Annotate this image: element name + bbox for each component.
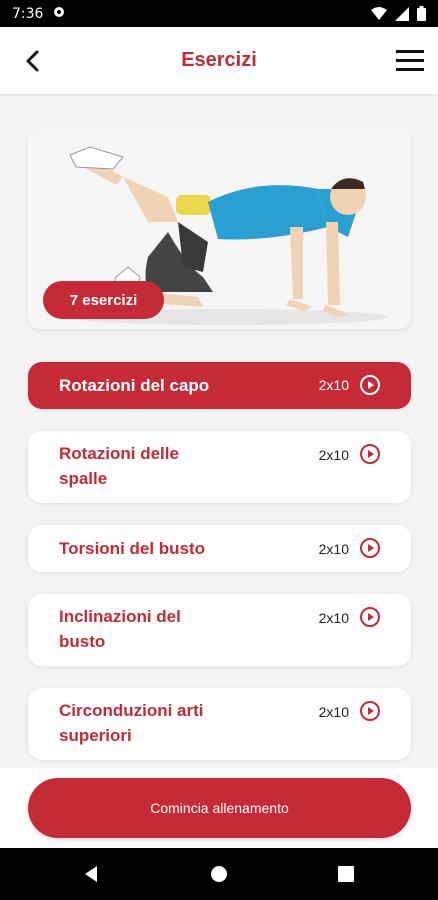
exercise-name: Rotazioni del capo xyxy=(59,373,319,398)
bottom-action-panel: Comincia allenamento xyxy=(0,768,438,848)
wifi-icon xyxy=(371,6,387,20)
exercise-item-rotazioni-spalle[interactable]: Rotazioni delle spalle 2x10 xyxy=(28,431,411,503)
page-title: Esercizi xyxy=(181,49,257,71)
exercise-name-line: busto xyxy=(59,632,106,651)
start-workout-button[interactable]: Comincia allenamento xyxy=(28,778,411,838)
nav-home-icon[interactable] xyxy=(209,864,229,884)
exercise-name-line: Torsioni del busto xyxy=(59,539,206,558)
exercise-name: Torsioni del busto xyxy=(59,536,319,561)
exercise-name-line: superiori xyxy=(59,726,132,745)
exercise-reps: 2x10 xyxy=(318,447,349,463)
exercise-name-line: Circonduzioni arti xyxy=(59,701,204,720)
play-circle-icon[interactable] xyxy=(359,537,381,559)
hamburger-menu-icon xyxy=(396,50,424,71)
menu-button[interactable] xyxy=(394,45,426,77)
play-circle-icon[interactable] xyxy=(359,443,381,465)
status-time: 7:36 xyxy=(12,5,44,22)
exercise-name: Inclinazioni del busto xyxy=(59,604,239,654)
exercise-reps: 2x10 xyxy=(318,541,349,557)
play-circle-icon[interactable] xyxy=(359,374,381,396)
app-bar: Esercizi xyxy=(0,27,438,94)
exercise-item-rotazioni-capo[interactable]: Rotazioni del capo 2x10 xyxy=(28,362,411,409)
nav-recents-icon[interactable] xyxy=(336,864,356,884)
exercise-list: Rotazioni del capo 2x10 Rotazioni delle … xyxy=(28,362,411,782)
exercise-hero-image: 7 esercizi xyxy=(28,127,411,329)
back-button[interactable] xyxy=(20,47,48,75)
exercise-count-badge: 7 esercizi xyxy=(43,281,164,319)
arrow-left-icon xyxy=(26,50,39,72)
exercise-item-circonduzioni-arti[interactable]: Circonduzioni arti superiori 2x10 xyxy=(28,688,411,760)
battery-icon xyxy=(417,6,426,21)
exercise-reps: 2x10 xyxy=(318,377,349,393)
play-circle-icon[interactable] xyxy=(359,606,381,628)
signal-icon xyxy=(395,6,409,21)
exercise-name-line: Inclinazioni del xyxy=(59,607,181,626)
exercise-name-line: Rotazioni del capo xyxy=(59,376,210,395)
exercise-name-line: spalle xyxy=(59,469,108,488)
status-bar: 7:36 xyxy=(0,0,438,27)
exercise-reps: 2x10 xyxy=(318,610,349,626)
play-circle-icon[interactable] xyxy=(359,700,381,722)
exercise-item-inclinazioni-busto[interactable]: Inclinazioni del busto 2x10 xyxy=(28,594,411,666)
notification-icon xyxy=(53,6,67,21)
system-nav-bar xyxy=(0,848,438,900)
exercise-name: Circonduzioni arti superiori xyxy=(59,698,239,748)
exercise-name-line: Rotazioni delle xyxy=(59,444,179,463)
nav-back-icon[interactable] xyxy=(82,864,102,884)
exercise-reps: 2x10 xyxy=(318,704,349,720)
exercise-item-torsioni-busto[interactable]: Torsioni del busto 2x10 xyxy=(28,525,411,572)
exercise-name: Rotazioni delle spalle xyxy=(59,441,239,491)
